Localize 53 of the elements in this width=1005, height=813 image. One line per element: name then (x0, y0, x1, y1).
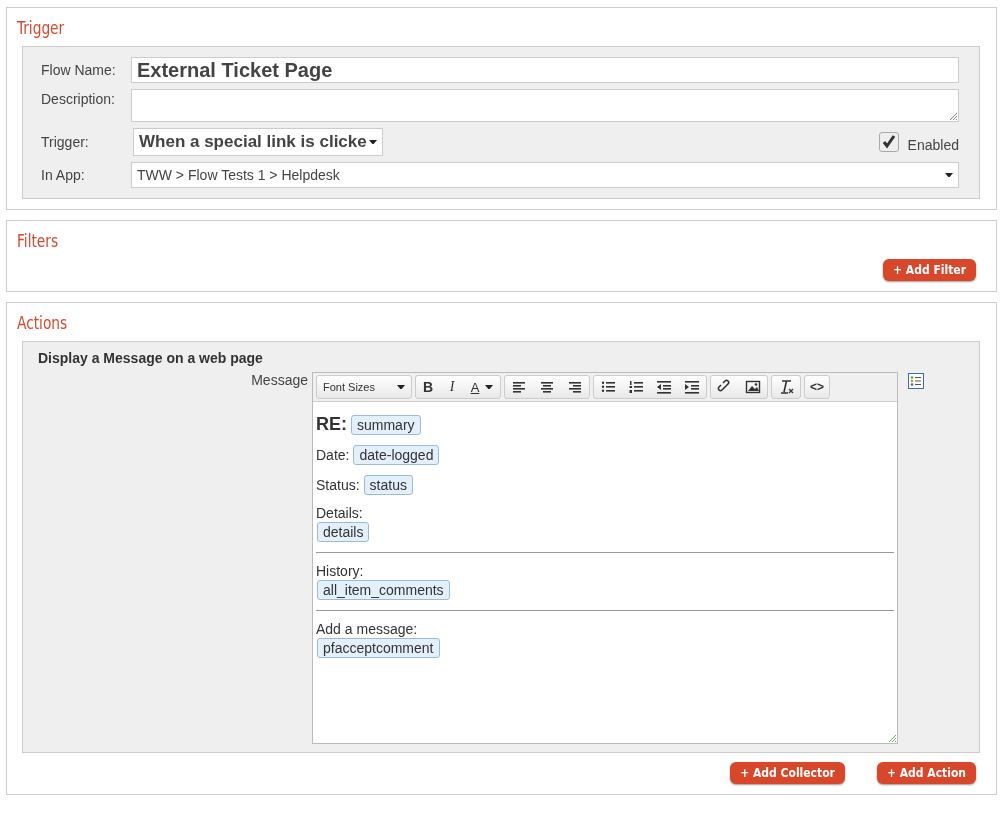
add-button[interactable]: + Add Action (876, 762, 976, 784)
section-title: Trigger (17, 18, 65, 38)
editor-text: Date: (316, 447, 350, 463)
caret-icon (397, 384, 405, 390)
indent-icon[interactable] (684, 379, 700, 395)
field-list-icon[interactable] (908, 373, 924, 389)
editor-text: Details: (316, 505, 363, 521)
font-sizes-dropdown[interactable]: Font Sizes (317, 376, 411, 398)
description-field[interactable] (131, 89, 959, 122)
align-right-icon[interactable] (567, 379, 583, 395)
image-icon[interactable] (745, 379, 761, 395)
bullet-list-icon[interactable] (600, 379, 616, 395)
enabled-checkbox[interactable] (878, 132, 899, 152)
rich-text-editor[interactable]: Font Sizes B I A <> RE: summary Date: date-logged Status: status Details: details History: all_item_comments Add a message: pfacceptcomment (312, 372, 898, 744)
flow-name-field[interactable]: External Ticket Page (131, 57, 959, 83)
field-label: Trigger: (41, 134, 90, 150)
source-code-button[interactable]: <> (805, 376, 829, 398)
placeholder-token: pfacceptcomment (317, 638, 440, 658)
clear-formatting-icon[interactable] (778, 379, 794, 395)
caret-icon (485, 384, 494, 390)
placeholder-token: date-logged (353, 445, 440, 465)
field-label: Description: (41, 91, 116, 107)
field-label: Message (250, 372, 309, 388)
trigger-dropdown[interactable]: When a special link is clicke (133, 128, 383, 156)
link-icon[interactable] (717, 379, 733, 395)
add-button[interactable]: + Add Collector (730, 762, 845, 784)
add-filter-button[interactable]: + Add Filter (883, 259, 976, 281)
app-dropdown[interactable]: TWW > Flow Tests 1 > Helpdesk (131, 162, 959, 188)
resize-grip-icon[interactable] (949, 112, 957, 120)
editor-text: Status: (316, 477, 360, 493)
text-color-button[interactable]: A (464, 376, 500, 398)
italic-button[interactable]: I (440, 376, 464, 398)
caret-icon (945, 172, 953, 178)
bold-button[interactable]: B (416, 376, 440, 398)
placeholder-token: summary (351, 415, 421, 435)
section-title: Actions (17, 313, 68, 333)
placeholder-token: details (317, 522, 370, 542)
resize-grip-icon[interactable] (888, 734, 896, 742)
align-left-icon[interactable] (511, 379, 527, 395)
caret-icon (369, 139, 377, 145)
field-label: In App: (41, 167, 86, 183)
outdent-icon[interactable] (656, 379, 672, 395)
section-title: Filters (17, 231, 59, 251)
editor-heading: RE: (316, 414, 347, 434)
editor-text: Add a message: (316, 621, 418, 637)
numbered-list-icon[interactable] (628, 379, 644, 395)
placeholder-token: status (363, 475, 413, 495)
align-center-icon[interactable] (539, 379, 555, 395)
action-title: Display a Message on a web page (38, 350, 264, 366)
placeholder-token: all_item_comments (317, 580, 450, 600)
field-label: Flow Name: (41, 62, 117, 78)
editor-text: History: (316, 563, 364, 579)
checkbox-label: Enabled (907, 137, 959, 153)
